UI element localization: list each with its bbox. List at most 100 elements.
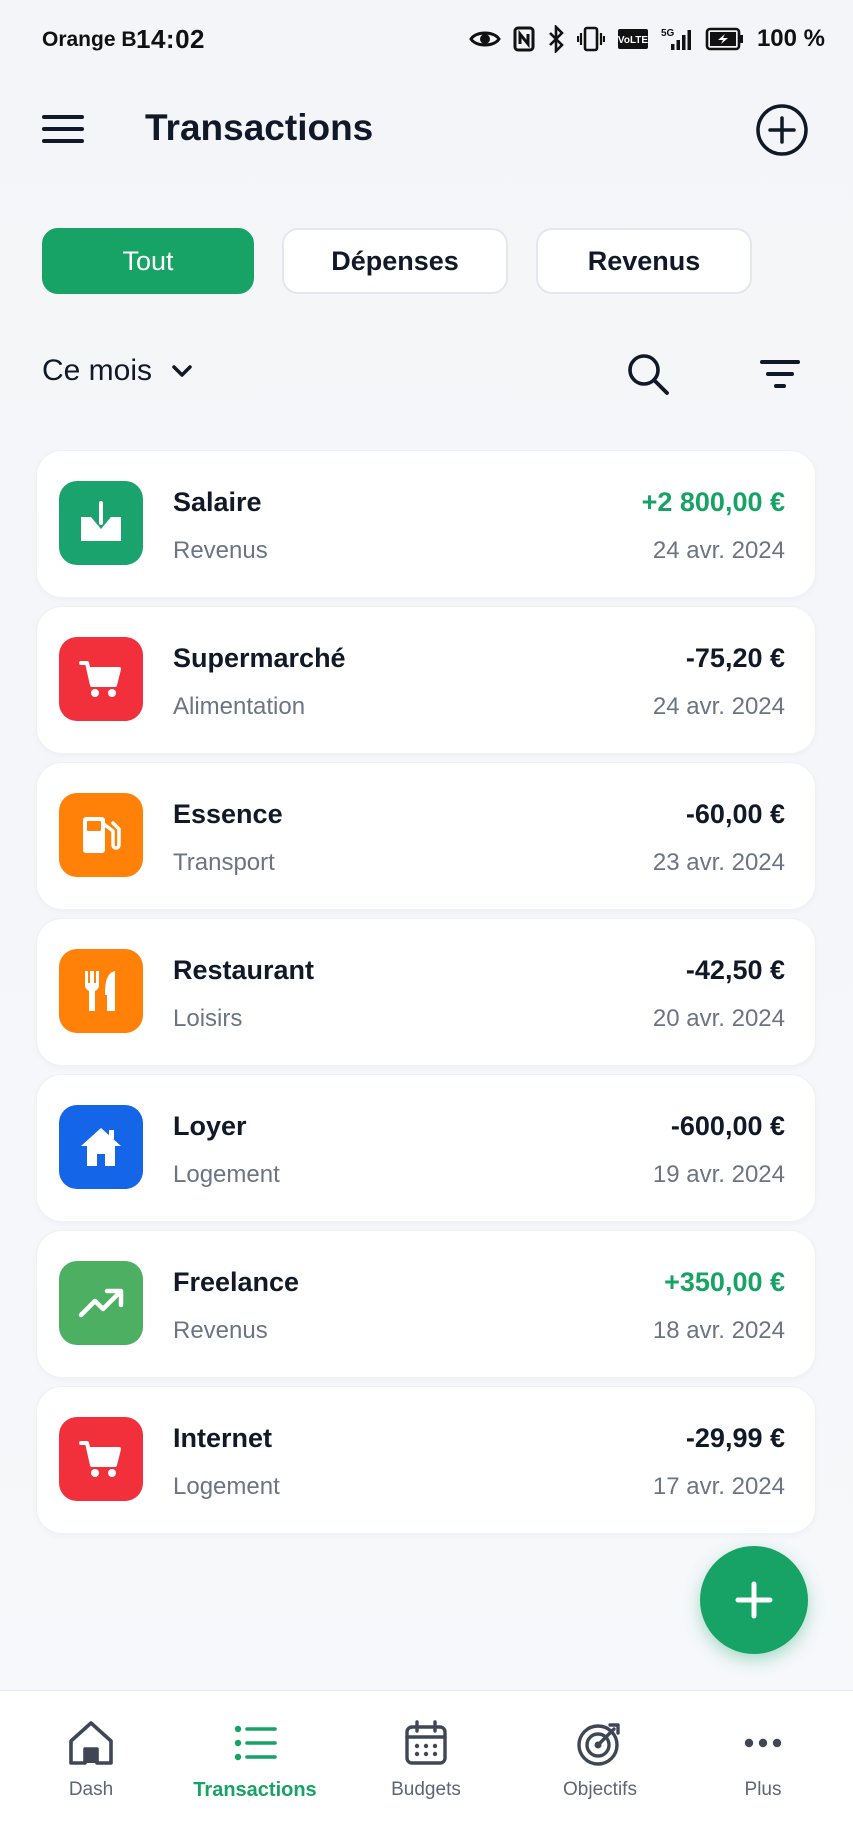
nav-label: Dash: [68, 1779, 114, 1800]
transaction-name: Supermarché: [173, 643, 346, 673]
transaction-row[interactable]: Essence Transport -60,00 € 23 avr. 2024: [36, 762, 816, 910]
transaction-icon-badge: [59, 793, 143, 877]
transaction-row[interactable]: Restaurant Loisirs -42,50 € 20 avr. 2024: [36, 918, 816, 1066]
transaction-category: Logement: [173, 1161, 280, 1188]
transaction-amount: -42,50 €: [685, 955, 785, 985]
transaction-date: 23 avr. 2024: [652, 849, 785, 876]
eye-icon: [469, 31, 501, 47]
transaction-category: Transport: [173, 849, 275, 876]
transaction-icon-badge: [59, 949, 143, 1033]
menu-button[interactable]: [40, 109, 86, 149]
svg-text:VoLTE: VoLTE: [618, 35, 649, 46]
transaction-date: 18 avr. 2024: [652, 1317, 785, 1344]
status-bar: Orange B 14:02 VoLTE 5G 100 %: [0, 0, 853, 80]
transaction-category: Logement: [173, 1473, 280, 1500]
app-header: Transactions: [0, 95, 853, 165]
transaction-amount: +350,00 €: [664, 1267, 785, 1297]
transaction-amount: +2 800,00 €: [641, 487, 785, 517]
list-icon: [234, 1725, 277, 1761]
hamburger-icon: [42, 115, 84, 143]
status-icons: VoLTE 5G 100 %: [469, 22, 825, 56]
nav-label: Budgets: [391, 1779, 461, 1800]
transaction-icon-badge: [59, 1417, 143, 1501]
add-transaction-fab[interactable]: [700, 1546, 808, 1654]
transaction-amount: -75,20 €: [685, 643, 785, 673]
transaction-amount: -29,99 €: [685, 1423, 785, 1453]
volte-icon: VoLTE: [618, 29, 649, 49]
transaction-name: Loyer: [173, 1111, 247, 1141]
more-dots-icon: [744, 1738, 782, 1748]
carrier-name: Orange B: [42, 28, 137, 51]
nav-item-transactions[interactable]: Transactions: [180, 1717, 330, 1817]
page-title: Transactions: [145, 107, 374, 148]
transaction-name: Internet: [173, 1423, 273, 1453]
transaction-name: Salaire: [173, 487, 262, 517]
fork-knife-icon: [84, 971, 115, 1011]
battery-percent: 100 %: [756, 25, 825, 52]
bottom-navigation: Dash Transactions Budgets Objectifs Plus: [0, 1690, 853, 1844]
transaction-name: Essence: [173, 799, 283, 829]
fuel-pump-icon: [83, 817, 121, 853]
period-dropdown[interactable]: Ce mois: [42, 354, 194, 388]
transaction-date: 19 avr. 2024: [652, 1161, 785, 1188]
search-icon: [628, 354, 669, 395]
transaction-date: 24 avr. 2024: [652, 537, 785, 564]
transaction-amount: -60,00 €: [685, 799, 785, 829]
transaction-category: Revenus: [173, 537, 268, 564]
transaction-icon-badge: [59, 481, 143, 565]
nav-label: Transactions: [193, 1779, 317, 1801]
transaction-name: Restaurant: [173, 955, 315, 985]
plus-icon: [735, 1581, 773, 1619]
transaction-list: Salaire Revenus +2 800,00 € 24 avr. 2024…: [36, 450, 816, 1542]
vibrate-icon: [576, 26, 605, 52]
nav-item-more[interactable]: Plus: [688, 1717, 838, 1817]
period-label: Ce mois: [42, 354, 153, 387]
home-icon: [69, 1721, 113, 1765]
transaction-icon-badge: [59, 1105, 143, 1189]
transaction-date: 17 avr. 2024: [652, 1473, 785, 1500]
tab-all[interactable]: Tout: [42, 228, 254, 294]
transaction-date: 20 avr. 2024: [652, 1005, 785, 1032]
transaction-category: Loisirs: [173, 1005, 243, 1032]
status-time: 14:02: [136, 24, 205, 54]
signal-5g-icon: 5G: [661, 28, 691, 50]
transactions-screen: Orange B 14:02 VoLTE 5G 100 % Transactio…: [0, 0, 853, 1844]
chevron-down-icon: [172, 365, 192, 377]
svg-text:5G: 5G: [661, 28, 675, 39]
transaction-category: Alimentation: [173, 693, 306, 720]
tab-income[interactable]: Revenus: [536, 228, 752, 294]
period-toolbar: Ce mois: [0, 350, 853, 402]
transaction-icon-badge: [59, 637, 143, 721]
target-icon: [577, 1723, 620, 1766]
filter-button[interactable]: [756, 352, 804, 396]
shopping-cart-icon: [79, 661, 121, 697]
nav-item-budgets[interactable]: Budgets: [351, 1717, 501, 1817]
filter-tabs: Tout Dépenses Revenus: [42, 228, 752, 294]
transaction-name: Freelance: [173, 1267, 300, 1297]
transaction-row[interactable]: Supermarché Alimentation -75,20 € 24 avr…: [36, 606, 816, 754]
transaction-row[interactable]: Internet Logement -29,99 € 17 avr. 2024: [36, 1386, 816, 1534]
nav-label: Objectifs: [563, 1779, 637, 1800]
nav-label: Plus: [744, 1779, 782, 1800]
transaction-amount: -600,00 €: [670, 1111, 785, 1141]
transaction-category: Revenus: [173, 1317, 268, 1344]
download-tray-icon: [81, 501, 121, 541]
transaction-row[interactable]: Loyer Logement -600,00 € 19 avr. 2024: [36, 1074, 816, 1222]
house-icon: [81, 1128, 121, 1166]
transaction-row[interactable]: Freelance Revenus +350,00 € 18 avr. 2024: [36, 1230, 816, 1378]
filter-lines-icon: [760, 360, 800, 388]
transaction-row[interactable]: Salaire Revenus +2 800,00 € 24 avr. 2024: [36, 450, 816, 598]
search-button[interactable]: [624, 350, 672, 398]
shopping-cart-icon: [79, 1441, 121, 1477]
nfc-icon: [513, 26, 535, 52]
plus-circle-icon: [756, 104, 808, 156]
battery-icon: [705, 27, 743, 51]
transaction-date: 24 avr. 2024: [652, 693, 785, 720]
transaction-icon-badge: [59, 1261, 143, 1345]
trending-up-icon: [78, 1288, 124, 1318]
add-transaction-header-button[interactable]: [755, 103, 809, 157]
nav-item-objectives[interactable]: Objectifs: [525, 1717, 675, 1817]
calendar-icon: [405, 1720, 447, 1765]
tab-expenses[interactable]: Dépenses: [282, 228, 508, 294]
nav-item-dash[interactable]: Dash: [16, 1717, 166, 1817]
